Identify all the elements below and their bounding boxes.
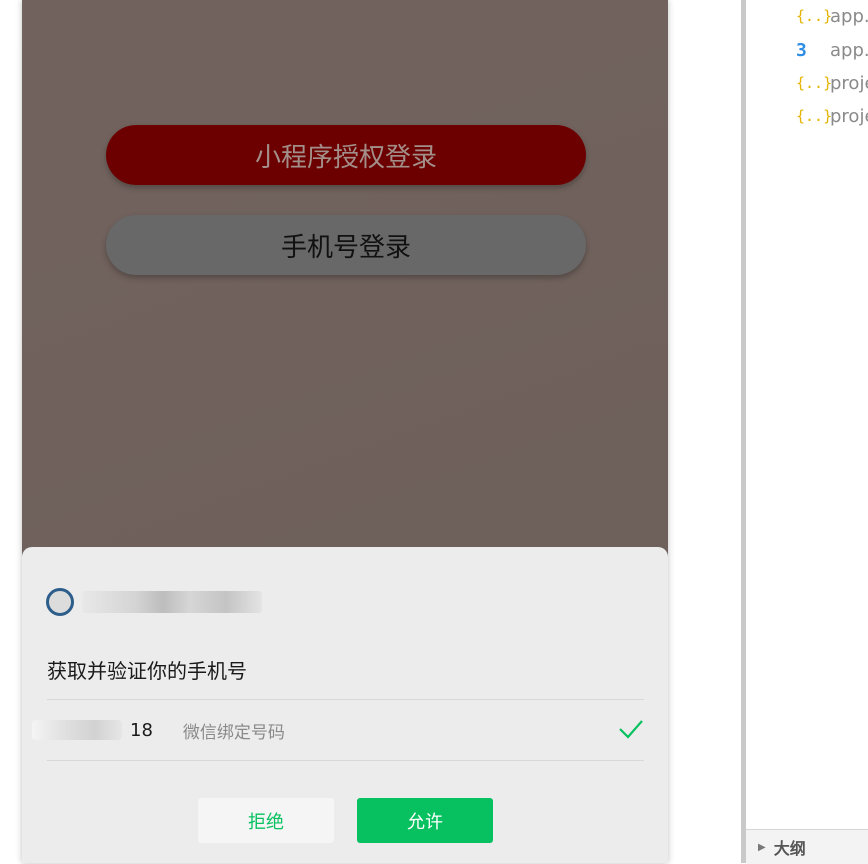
file-name: app.j <box>830 5 868 27</box>
file-item[interactable]: {..} proje <box>796 104 868 128</box>
allow-button[interactable]: 允许 <box>357 798 493 843</box>
mini-program-auth-login-button[interactable]: 小程序授权登录 <box>106 125 586 185</box>
css-file-icon: 3 <box>796 39 807 61</box>
phone-number-redacted <box>32 720 122 740</box>
json-file-icon: {..} <box>796 7 833 25</box>
reject-button[interactable]: 拒绝 <box>198 798 334 843</box>
phone-login-button[interactable]: 手机号登录 <box>106 215 586 275</box>
json-file-icon: {..} <box>796 74 833 92</box>
phone-number-suffix: 18 <box>130 719 153 741</box>
outline-panel-header[interactable]: ▶ 大纲 <box>746 829 868 864</box>
file-item[interactable]: {..} proje <box>796 71 868 95</box>
app-avatar <box>46 588 74 616</box>
file-name: app. <box>830 39 868 61</box>
outline-label: 大纲 <box>773 839 806 858</box>
divider <box>47 760 644 761</box>
file-item[interactable]: 3 app. <box>796 38 868 62</box>
sheet-title: 获取并验证你的手机号 <box>47 659 247 683</box>
file-item[interactable]: {..} app.j <box>796 4 868 28</box>
phone-number-note: 微信绑定号码 <box>182 722 285 743</box>
caret-right-icon: ▶ <box>758 841 766 853</box>
file-name: proje <box>830 105 868 127</box>
app-name-redacted <box>82 591 262 613</box>
json-file-icon: {..} <box>796 107 833 125</box>
file-explorer: {..} app.j 3 app. {..} proje {..} proje … <box>746 0 868 864</box>
phone-auth-sheet: 获取并验证你的手机号 18 微信绑定号码 拒绝 允许 <box>22 547 668 863</box>
checkmark-icon <box>619 720 643 739</box>
simulator-screen: 小程序授权登录 手机号登录 获取并验证你的手机号 18 微信绑定号码 拒绝 允许 <box>22 0 668 863</box>
app-identity <box>46 587 262 617</box>
file-name: proje <box>830 72 868 94</box>
phone-number-option[interactable]: 18 微信绑定号码 <box>32 700 644 760</box>
